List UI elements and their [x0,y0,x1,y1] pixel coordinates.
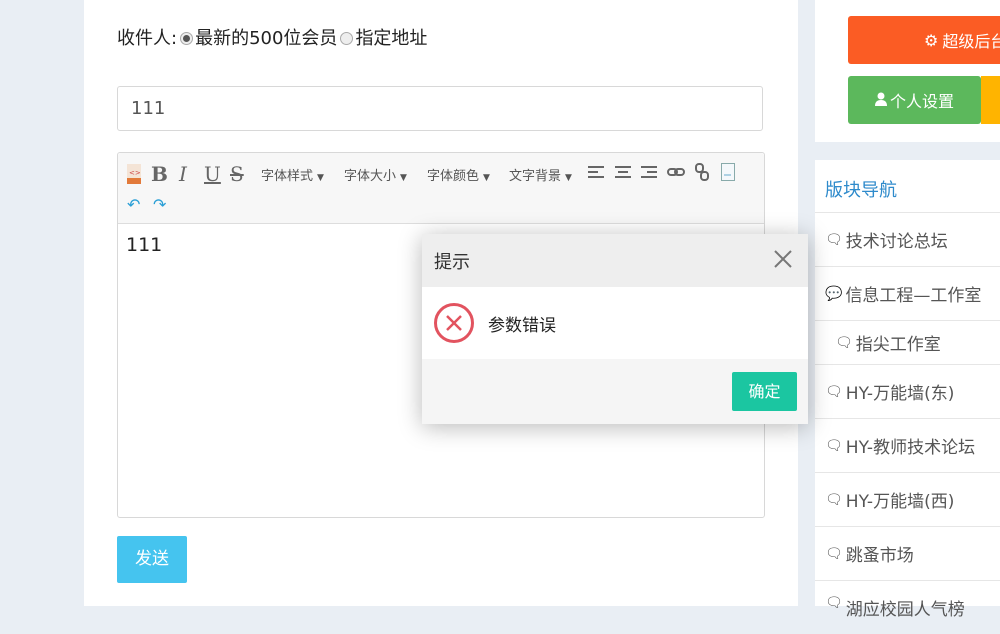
font-color-label: 字体颜色 [427,169,480,184]
nav-item-tech-forum[interactable]: 🗨 技术讨论总坛 [815,212,1000,266]
caret-down-icon: ▼ [565,173,572,183]
comment-icon: 🗨 [825,231,843,248]
link-icon[interactable] [667,165,685,179]
super-admin-button[interactable]: ⚙ 超级后台 [848,16,1000,64]
document-icon[interactable] [721,163,735,181]
text-background-dropdown[interactable]: 文字背景 ▼ [509,165,572,184]
caret-down-icon: ▼ [400,173,407,183]
align-right-icon[interactable] [641,165,657,179]
error-icon [434,303,474,343]
underline-icon[interactable]: U [204,162,221,186]
comments-icon: 💬 [825,285,843,302]
option-latest-label[interactable]: 最新的500位会员 [195,24,337,50]
font-size-label: 字体大小 [344,169,397,184]
dialog-header: 提示 [422,234,808,287]
align-center-icon[interactable] [615,165,631,179]
radio-latest-members[interactable] [180,31,194,45]
text-background-label: 文字背景 [509,169,562,184]
dialog-title: 提示 [434,251,470,273]
font-size-dropdown[interactable]: 字体大小 ▼ [344,165,407,184]
super-admin-label: 超级后台 [942,32,1000,51]
recipient-label: 收件人: [117,28,178,49]
personal-settings-label: 个人设置 [889,92,954,111]
comment-icon: 🗨 [825,491,843,508]
nav-item-label: 信息工程—工作室 [845,286,982,306]
nav-item-flea-market[interactable]: 🗨 跳蚤市场 [815,526,1000,580]
html-source-icon[interactable]: <> [127,164,141,184]
comment-icon: 🗨 [835,334,853,351]
svg-text:<>: <> [129,169,141,177]
comment-icon: 🗨 [825,595,843,611]
nav-item-campus-popularity[interactable]: 🗨 湖应校园人气榜 [815,580,1000,634]
subject-input[interactable]: 111 [117,86,763,131]
personal-settings-button[interactable]: 个人设置 [848,76,981,124]
send-button[interactable]: 发送 [117,536,187,583]
close-icon[interactable] [772,248,794,270]
ok-button[interactable]: 确定 [732,372,797,411]
font-style-dropdown[interactable]: 字体样式 ▼ [261,165,324,184]
bold-icon[interactable]: B [151,162,168,186]
italic-icon[interactable]: I [179,162,187,186]
nav-item-wall-east[interactable]: 🗨 HY-万能墙(东) [815,364,1000,418]
nav-item-label: HY-教师技术论坛 [845,438,976,458]
strikethrough-icon[interactable]: S [230,162,244,186]
comment-icon: 🗨 [825,383,843,400]
comment-icon: 🗨 [825,545,843,562]
font-style-label: 字体样式 [261,169,314,184]
comment-icon: 🗨 [825,437,843,454]
font-color-dropdown[interactable]: 字体颜色 ▼ [427,165,490,184]
secondary-action-button[interactable] [981,76,1000,124]
nav-item-label: 指尖工作室 [855,335,941,355]
board-nav-title: 版块导航 [825,180,897,201]
caret-down-icon: ▼ [483,173,490,183]
alert-dialog: 提示 参数错误 确定 [422,234,808,424]
nav-item-label: HY-万能墙(西) [845,492,955,512]
gear-icon: ⚙ [924,30,939,50]
dialog-message: 参数错误 [488,315,556,336]
redo-icon[interactable]: ↷ [153,195,166,214]
nav-item-wall-west[interactable]: 🗨 HY-万能墙(西) [815,472,1000,526]
user-icon [874,91,887,110]
unlink-icon[interactable] [694,163,710,181]
caret-down-icon: ▼ [317,173,324,183]
nav-item-teacher-forum[interactable]: 🗨 HY-教师技术论坛 [815,418,1000,472]
recipient-row: 收件人: 最新的500位会员 指定地址 [117,24,427,50]
nav-item-label: HY-万能墙(东) [845,384,955,404]
radio-specific-address[interactable] [340,31,354,45]
nav-item-label: 湖应校园人气榜 [845,600,965,620]
editor-toolbar: <> B I U S 字体样式 ▼ 字体大小 ▼ 字体颜色 ▼ 文字背景 ▼ ↶ ↷ [118,153,764,224]
nav-item-label: 跳蚤市场 [845,546,914,566]
nav-item-fingertip-studio[interactable]: 🗨 指尖工作室 [815,320,1000,364]
option-address-label[interactable]: 指定地址 [355,24,427,50]
undo-icon[interactable]: ↶ [127,195,140,214]
nav-item-info-engineering[interactable]: 💬 信息工程—工作室 [815,266,1000,320]
align-left-icon[interactable] [588,165,604,179]
dialog-body: 参数错误 [422,287,808,359]
nav-item-label: 技术讨论总坛 [845,232,948,252]
dialog-footer: 确定 [422,359,808,424]
